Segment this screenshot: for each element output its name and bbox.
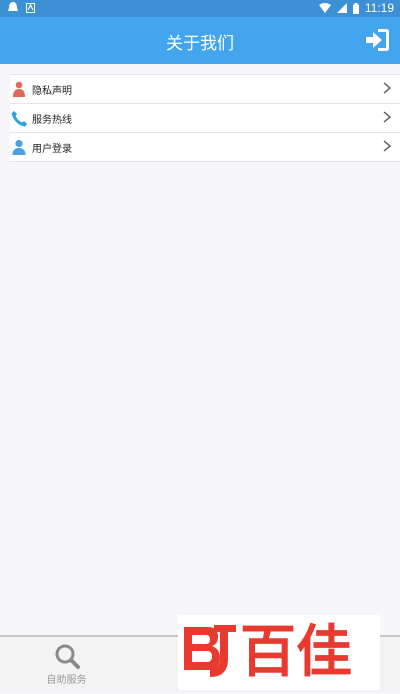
tab-label: 自助服务: [46, 675, 87, 686]
menu-list: 隐私声明 服务热线 用户登录: [0, 74, 400, 162]
svg-text:百佳: 百佳: [240, 620, 352, 685]
menu-item-privacy[interactable]: 隐私声明: [10, 74, 400, 103]
chevron-right-icon: [383, 111, 392, 123]
user-icon: [10, 138, 28, 156]
wifi-icon: [318, 3, 331, 13]
phone-icon: [10, 109, 28, 127]
battery-icon: [352, 2, 359, 14]
status-left: [8, 2, 35, 13]
login-arrow-icon: [366, 29, 389, 51]
download-notification-icon: [26, 2, 35, 13]
status-time: 11:19: [364, 1, 394, 15]
app-notification-icon: [8, 2, 18, 11]
status-bar: 11:19: [0, 0, 400, 17]
chevron-right-icon: [383, 140, 392, 152]
baijia-logo-icon: 百佳: [184, 620, 352, 685]
menu-item-login[interactable]: 用户登录: [10, 132, 400, 162]
menu-item-label: 服务热线: [32, 114, 72, 126]
menu-item-label: 隐私声明: [32, 85, 72, 97]
chevron-right-icon: [383, 82, 392, 94]
page-title: 关于我们: [166, 34, 234, 54]
watermark-logo: 百佳: [178, 615, 380, 690]
menu-item-label: 用户登录: [32, 143, 72, 155]
person-icon: [10, 80, 28, 98]
tab-self-service[interactable]: 自助服务: [0, 637, 133, 692]
title-bar: 关于我们: [0, 17, 400, 64]
signal-icon: [336, 3, 347, 13]
menu-item-hotline[interactable]: 服务热线: [10, 103, 400, 132]
status-right: 11:19: [318, 1, 394, 15]
search-icon: [55, 644, 80, 669]
login-button[interactable]: [364, 27, 390, 53]
